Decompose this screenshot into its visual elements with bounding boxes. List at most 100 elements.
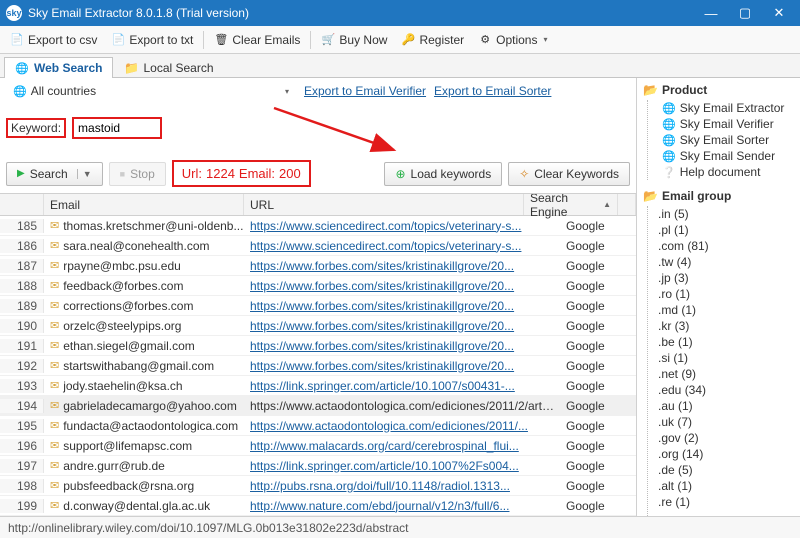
tab-local-search[interactable]: 📁Local Search — [113, 57, 224, 78]
cell-url[interactable]: https://www.forbes.com/sites/kristinakil… — [244, 319, 560, 333]
cell-url[interactable]: https://www.sciencedirect.com/topics/vet… — [244, 219, 560, 233]
email-group-item[interactable]: .gov (2) — [648, 430, 800, 446]
product-item[interactable]: 🌐Sky Email Sorter — [652, 132, 800, 148]
register-button[interactable]: 🔑Register — [395, 30, 470, 50]
email-group-item[interactable]: .in (5) — [648, 206, 800, 222]
email-group-item[interactable]: .de (5) — [648, 462, 800, 478]
col-scroll — [618, 194, 636, 215]
cell-url[interactable]: http://www.nature.com/ebd/journal/v12/n3… — [244, 499, 560, 513]
table-row[interactable]: 193✉jody.staehelin@ksa.chhttps://link.sp… — [0, 376, 636, 396]
product-label: Sky Email Sorter — [680, 133, 769, 147]
table-row[interactable]: 197✉andre.gurr@rub.dehttps://link.spring… — [0, 456, 636, 476]
group-label: .md (1) — [658, 303, 696, 317]
cell-url[interactable]: https://www.forbes.com/sites/kristinakil… — [244, 259, 560, 273]
email-group-item[interactable]: .edu (34) — [648, 382, 800, 398]
email-group-item[interactable]: .pl (1) — [648, 222, 800, 238]
cell-url[interactable]: https://www.sciencedirect.com/topics/vet… — [244, 239, 560, 253]
clear-emails-button[interactable]: 🗑Clear Emails — [208, 30, 306, 50]
table-row[interactable]: 187✉rpayne@mbc.psu.eduhttps://www.forbes… — [0, 256, 636, 276]
table-row[interactable]: 188✉feedback@forbes.comhttps://www.forbe… — [0, 276, 636, 296]
minimize-button[interactable]: — — [694, 0, 728, 26]
table-row[interactable]: 191✉ethan.siegel@gmail.comhttps://www.fo… — [0, 336, 636, 356]
email-group-item[interactable]: .org (14) — [648, 446, 800, 462]
envelope-icon: ✉ — [50, 339, 59, 352]
email-group-item[interactable]: .kr (3) — [648, 318, 800, 334]
table-row[interactable]: 186✉sara.neal@conehealth.comhttps://www.… — [0, 236, 636, 256]
email-group-item[interactable]: .au (1) — [648, 398, 800, 414]
group-label: .be (1) — [658, 335, 693, 349]
folder-icon: 📁 — [124, 61, 138, 75]
email-group-header: 📂Email group — [641, 186, 800, 206]
product-item[interactable]: 🌐Sky Email Verifier — [652, 116, 800, 132]
country-dropdown[interactable]: 🌐 All countries ▾ — [6, 81, 296, 101]
envelope-icon: ✉ — [50, 239, 59, 252]
email-group-item[interactable]: .re (1) — [648, 494, 800, 510]
table-row[interactable]: 192✉startswithabang@gmail.comhttps://www… — [0, 356, 636, 376]
globe-icon: 🌐 — [662, 102, 676, 115]
table-row[interactable]: 190✉orzelc@steelypips.orghttps://www.for… — [0, 316, 636, 336]
load-keywords-button[interactable]: ⊕Load keywords — [384, 162, 502, 186]
close-button[interactable]: ✕ — [762, 0, 796, 26]
separator — [203, 31, 204, 49]
email-group-item[interactable]: .alt (1) — [648, 478, 800, 494]
table-row[interactable]: 189✉corrections@forbes.comhttps://www.fo… — [0, 296, 636, 316]
table-row[interactable]: 196✉support@lifemapsc.comhttp://www.mala… — [0, 436, 636, 456]
table-row[interactable]: 185✉thomas.kretschmer@uni-oldenb...https… — [0, 216, 636, 236]
cell-url[interactable]: https://www.actaodontologica.com/edicion… — [244, 419, 560, 433]
table-row[interactable]: 198✉pubsfeedback@rsna.orghttp://pubs.rsn… — [0, 476, 636, 496]
product-item[interactable]: 🌐Sky Email Sender — [652, 148, 800, 164]
cell-search-engine: Google — [560, 259, 636, 273]
email-group-item[interactable]: .md (1) — [648, 302, 800, 318]
email-group-item[interactable]: .jp (3) — [648, 270, 800, 286]
email-group-item[interactable]: .net (9) — [648, 366, 800, 382]
table-row[interactable]: 195✉fundacta@actaodontologica.comhttps:/… — [0, 416, 636, 436]
cell-url[interactable]: https://www.forbes.com/sites/kristinakil… — [244, 359, 560, 373]
cell-url[interactable]: https://www.forbes.com/sites/kristinakil… — [244, 279, 560, 293]
export-sorter-link[interactable]: Export to Email Sorter — [434, 84, 551, 98]
cell-url[interactable]: https://www.actaodontologica.com/edicion… — [244, 399, 560, 413]
cell-url[interactable]: https://link.springer.com/article/10.100… — [244, 459, 560, 473]
col-url[interactable]: URL — [244, 194, 524, 215]
keyword-input[interactable] — [72, 117, 162, 139]
export-csv-button[interactable]: 📄Export to csv — [4, 30, 103, 50]
cell-url[interactable]: http://www.malacards.org/card/cerebrospi… — [244, 439, 560, 453]
group-label: .si (1) — [658, 351, 688, 365]
cell-url[interactable]: https://link.springer.com/article/10.100… — [244, 379, 560, 393]
email-group-item[interactable]: .be (1) — [648, 334, 800, 350]
email-group-item[interactable]: .tw (4) — [648, 254, 800, 270]
cell-url[interactable]: https://www.forbes.com/sites/kristinakil… — [244, 339, 560, 353]
folder-icon: 📂 — [643, 189, 658, 203]
email-group-item[interactable]: .si (1) — [648, 350, 800, 366]
cell-url[interactable]: http://pubs.rsna.org/doi/full/10.1148/ra… — [244, 479, 560, 493]
email-group-item[interactable]: .uk (7) — [648, 414, 800, 430]
export-verifier-link[interactable]: Export to Email Verifier — [304, 84, 426, 98]
product-item[interactable]: 🌐Sky Email Extractor — [652, 100, 800, 116]
export-txt-button[interactable]: 📄Export to txt — [105, 30, 199, 50]
cell-search-engine: Google — [560, 219, 636, 233]
buy-now-button[interactable]: 🛒Buy Now — [315, 30, 393, 50]
options-button[interactable]: ⚙Options▾ — [472, 30, 553, 50]
table-row[interactable]: 194✉gabrieladecamargo@yahoo.comhttps://w… — [0, 396, 636, 416]
tab-web-search[interactable]: 🌐Web Search — [4, 57, 113, 78]
col-search-engine[interactable]: Search Engine▲ — [524, 194, 618, 215]
maximize-button[interactable]: ▢ — [728, 0, 762, 26]
col-rownum[interactable] — [0, 194, 44, 215]
search-button[interactable]: ▶Search▼ — [6, 162, 103, 186]
sort-asc-icon: ▲ — [603, 200, 611, 209]
product-label: Sky Email Sender — [680, 149, 775, 163]
email-group-list[interactable]: .in (5).pl (1).com (81).tw (4).jp (3).ro… — [647, 206, 800, 516]
grid-body[interactable]: 185✉thomas.kretschmer@uni-oldenb...https… — [0, 216, 636, 516]
row-number: 191 — [0, 339, 44, 353]
col-email[interactable]: Email — [44, 194, 244, 215]
cell-url[interactable]: https://www.forbes.com/sites/kristinakil… — [244, 299, 560, 313]
email-group-item[interactable]: .com (81) — [648, 238, 800, 254]
cell-email: ✉andre.gurr@rub.de — [44, 459, 244, 473]
product-item[interactable]: ❔Help document — [652, 164, 800, 180]
email-group-item[interactable]: .ro (1) — [648, 286, 800, 302]
chevron-down-icon[interactable]: ▼ — [77, 169, 92, 179]
group-label: .com (81) — [658, 239, 709, 253]
country-label: All countries — [31, 84, 96, 98]
row-number: 196 — [0, 439, 44, 453]
table-row[interactable]: 199✉d.conway@dental.gla.ac.ukhttp://www.… — [0, 496, 636, 516]
clear-keywords-button[interactable]: ✧Clear Keywords — [508, 162, 630, 186]
